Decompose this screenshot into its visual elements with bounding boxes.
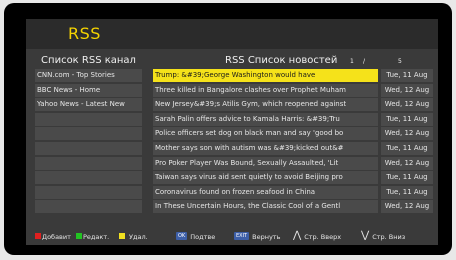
- news-item-date: Tue, 11 Aug: [381, 171, 433, 185]
- news-item[interactable]: Trump: &#39;George Washington would have…: [153, 69, 433, 82]
- add-label: Добавит: [42, 233, 71, 241]
- news-item-title: Three killed in Bangalore clashes over P…: [153, 83, 378, 97]
- news-panel-title: RSS Список новостей: [225, 55, 338, 66]
- news-item-date: Wed, 12 Aug: [381, 156, 433, 170]
- news-item-title: In These Uncertain Hours, the Classic Co…: [153, 200, 378, 214]
- channel-item[interactable]: BBC News - Home: [35, 83, 142, 97]
- rss-screen: RSS Список RSS канал CNN.com - Top Stori…: [26, 19, 438, 245]
- news-item[interactable]: Sarah Palin offers advice to Kamala Harr…: [153, 112, 433, 126]
- edit-label: Редакт.: [83, 233, 110, 241]
- news-panel-header: RSS Список новостей 1 / 5: [153, 54, 433, 67]
- tv-frame: RSS Список RSS канал CNN.com - Top Stori…: [4, 3, 452, 255]
- news-panel: RSS Список новостей 1 / 5 Trump: &#39;Ge…: [153, 54, 433, 230]
- page-down-hint[interactable]: ⋁ Стр. Вниз: [361, 229, 405, 245]
- page-down-label: Стр. Вниз: [372, 233, 406, 241]
- footer-help-bar: Добавит Редакт. Удал. OK Подтве EXIT Верну…: [26, 229, 438, 245]
- news-item[interactable]: Taiwan says virus aid sent quietly to av…: [153, 171, 433, 185]
- news-item-date: Tue, 11 Aug: [381, 141, 433, 155]
- page-total: 5: [398, 58, 402, 65]
- news-item[interactable]: Police officers set dog on black man and…: [153, 127, 433, 141]
- exit-key-icon: EXIT: [234, 232, 250, 240]
- channel-item[interactable]: [35, 127, 142, 141]
- channel-item[interactable]: Yahoo News - Latest New: [35, 98, 142, 112]
- channel-item[interactable]: [35, 141, 142, 155]
- news-item-title: Mother says son with autism was &#39;kic…: [153, 141, 378, 155]
- channel-item[interactable]: [35, 156, 142, 170]
- news-item[interactable]: Coronavirus found on frozen seafood in C…: [153, 185, 433, 199]
- exit-label: Вернуть: [252, 233, 281, 241]
- news-list: Trump: &#39;George Washington would have…: [153, 69, 433, 214]
- add-hint[interactable]: Добавит: [35, 229, 71, 245]
- news-item-date: Tue, 11 Aug: [381, 112, 433, 126]
- ok-hint[interactable]: OK Подтве: [176, 229, 215, 245]
- channel-item[interactable]: [35, 185, 142, 199]
- news-item-title: Taiwan says virus aid sent quietly to av…: [153, 171, 378, 185]
- ok-label: Подтве: [190, 233, 216, 241]
- page-separator: /: [363, 58, 366, 65]
- news-item-title: Pro Poker Player Was Bound, Sexually Ass…: [153, 156, 378, 170]
- green-key-icon: [76, 233, 82, 239]
- news-item-date: Wed, 12 Aug: [381, 98, 433, 112]
- news-item[interactable]: Mother says son with autism was &#39;kic…: [153, 141, 433, 155]
- page-up-hint[interactable]: ⋀ Стр. Вверх: [293, 229, 341, 245]
- app-title: RSS: [68, 24, 101, 43]
- delete-hint[interactable]: Удал.: [119, 229, 148, 245]
- channel-panel: Список RSS канал CNN.com - Top Stories BB…: [35, 54, 142, 230]
- news-item-title: Coronavirus found on frozen seafood in C…: [153, 185, 378, 199]
- news-item[interactable]: New Jersey&#39;s Atilis Gym, which reope…: [153, 98, 433, 112]
- news-item-title: Trump: &#39;George Washington would have: [153, 69, 378, 82]
- channel-item[interactable]: [35, 200, 142, 214]
- delete-label: Удал.: [129, 233, 148, 241]
- channel-item[interactable]: [35, 171, 142, 185]
- news-item[interactable]: Three killed in Bangalore clashes over P…: [153, 83, 433, 97]
- channel-item[interactable]: [35, 112, 142, 126]
- news-item-date: Wed, 12 Aug: [381, 200, 433, 214]
- chevron-up-icon: ⋀: [293, 230, 302, 241]
- news-item[interactable]: In These Uncertain Hours, the Classic Co…: [153, 200, 433, 214]
- ok-key-icon: OK: [176, 232, 188, 240]
- news-item-title: Sarah Palin offers advice to Kamala Harr…: [153, 112, 378, 126]
- news-item-date: Tue, 11 Aug: [381, 69, 433, 82]
- chevron-down-icon: ⋁: [361, 230, 370, 241]
- news-item[interactable]: Pro Poker Player Was Bound, Sexually Ass…: [153, 156, 433, 170]
- title-bar: RSS: [26, 19, 438, 49]
- channel-panel-header: Список RSS канал: [41, 55, 136, 66]
- news-item-date: Wed, 12 Aug: [381, 127, 433, 141]
- red-key-icon: [35, 233, 41, 239]
- news-item-date: Wed, 12 Aug: [381, 83, 433, 97]
- edit-hint[interactable]: Редакт.: [76, 229, 109, 245]
- channel-list: CNN.com - Top Stories BBC News - Home Yaho…: [35, 69, 142, 214]
- news-item-title: New Jersey&#39;s Atilis Gym, which reope…: [153, 98, 378, 112]
- page-up-label: Стр. Вверх: [304, 233, 342, 241]
- news-item-title: Police officers set dog on black man and…: [153, 127, 378, 141]
- yellow-key-icon: [119, 233, 125, 239]
- page-current: 1: [350, 58, 354, 65]
- news-item-date: Tue, 11 Aug: [381, 185, 433, 199]
- channel-item[interactable]: CNN.com - Top Stories: [35, 69, 142, 82]
- exit-hint[interactable]: EXIT Вернуть: [234, 229, 280, 245]
